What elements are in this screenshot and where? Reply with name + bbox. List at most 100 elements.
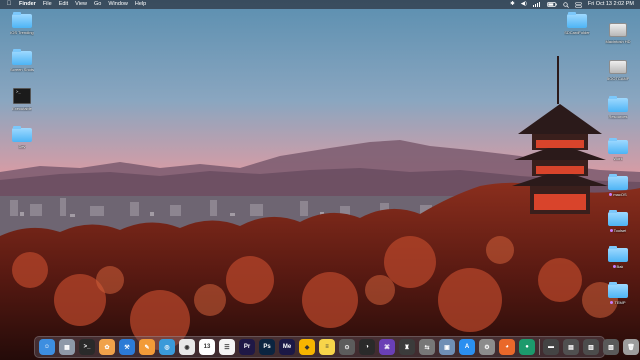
recent-window-1-icon[interactable]: ▬ [543,339,559,355]
volume-icon[interactable]: ◀) [521,0,527,9]
desktop-item-label-text: Work [613,157,623,161]
desktop-item-sdcardfolder[interactable]: SDCardFolder [557,12,597,36]
desktop-item-label: Bak [612,265,624,270]
desktop-item-label: BOOTCAMP [607,77,630,82]
recent-window-2-icon[interactable]: ▤ [563,339,579,355]
desktop-item-label-text: Screen Shots [9,68,34,72]
preview-icon[interactable]: ▣ [439,339,455,355]
folder-icon[interactable] [608,246,628,262]
notes-icon[interactable]: ≡ [319,339,335,355]
menu-bar-status-area: ✱ ◀) Fri Oct 13 2:02 PM [504,0,634,9]
desktop-item-label: TEMP [610,301,626,306]
calendar-icon[interactable]: 13 [199,339,215,355]
desktop-item-label-text: Resources [608,115,628,119]
desktop-item-label-text: Macintosh HD [605,40,631,44]
wifi-icon[interactable] [532,2,541,7]
dock-separator [539,339,540,355]
pages-icon[interactable]: ✎ [139,339,155,355]
folder-icon[interactable] [12,12,32,28]
menu-edit[interactable]: Edit [59,0,68,9]
desktop-item-label-text: Executable [12,107,32,111]
desktop-item-label: Screen Shots [10,68,34,73]
desktop-item-ios-trending[interactable]: iOS Trending [2,12,42,36]
finder-icon[interactable]: ☺ [39,339,55,355]
desktop-item-label: Toolset [609,229,627,234]
github-icon[interactable]: ◑ [359,339,375,355]
menu-help[interactable]: Help [135,0,146,9]
menu-file[interactable]: File [43,0,52,9]
control-center-icon[interactable] [575,1,582,8]
desktop-item-label: Resources [608,115,627,120]
bluetooth-icon[interactable]: ✱ [510,0,515,9]
menu-bar-clock[interactable]: Fri Oct 13 2:02 PM [588,0,634,9]
desktop-item-work[interactable]: Work [598,138,638,162]
desktop-item-label-text: SDCardFolder [564,31,590,35]
launchpad-icon[interactable]: ▦ [59,339,75,355]
desktop-item-label-text: iOS Trending [10,31,34,35]
executable-file-icon[interactable]: >_ [13,88,31,104]
search-icon[interactable] [563,1,569,8]
app-store-icon[interactable]: A [459,339,475,355]
menu-view[interactable]: View [75,0,87,9]
tag-dot-icon [609,229,613,233]
battery-icon[interactable] [546,2,557,7]
github-desktop-icon[interactable]: ⌘ [379,339,395,355]
desktop-item-dev[interactable]: Dev [2,126,42,150]
media-encoder-icon[interactable]: Me [279,339,295,355]
desktop-item-label: Macintosh HD [605,40,630,45]
desktop-item-label-text: Toolset [613,229,627,233]
desktop-item-macos[interactable]: macOS [598,174,638,198]
terminal-icon[interactable]: >_ [79,339,95,355]
xcode-icon[interactable]: ⚒ [119,339,135,355]
desktop-item-label: macOS [609,193,627,198]
firefox-icon[interactable]: ◕ [499,339,515,355]
desktop-item-toolset[interactable]: Toolset [598,210,638,234]
folder-icon[interactable] [567,12,587,28]
menu-app-name[interactable]: Finder [19,0,36,9]
folder-icon[interactable] [608,210,628,226]
folder-icon[interactable] [12,126,32,142]
screenshot-icon[interactable]: ⊙ [339,339,355,355]
folder-icon[interactable] [608,138,628,154]
menu-bar-items: Finder File Edit View Go Window Help [12,0,146,9]
desktop-item-label-text: BOOTCAMP [606,77,630,81]
safari-icon[interactable]: ◎ [159,339,175,355]
system-settings-icon[interactable]: ⚙ [479,339,495,355]
photoshop-icon[interactable]: Ps [259,339,275,355]
folder-icon[interactable] [608,96,628,112]
menu-go[interactable]: Go [94,0,101,9]
desktop-item-screen-shots[interactable]: Screen Shots [2,49,42,73]
desktop-item-executable[interactable]: >_ Executable [2,88,42,112]
desktop-item-label-text: Bak [616,265,624,269]
sketch-icon[interactable]: ◆ [299,339,315,355]
menu-bar:  Finder File Edit View Go Window Help ✱… [0,0,640,9]
desktop-item-macintosh-hd[interactable]: Macintosh HD [598,23,638,45]
recent-window-4-icon[interactable]: ▧ [603,339,619,355]
tag-dot-icon [609,193,613,197]
reminders-icon[interactable]: ☰ [219,339,235,355]
desktop-item-resources[interactable]: Resources [598,96,638,120]
desktop-item-label: Work [613,157,622,162]
arc-icon[interactable]: ● [519,339,535,355]
menu-window[interactable]: Window [108,0,128,9]
photos-icon[interactable]: ✿ [99,339,115,355]
recent-window-3-icon[interactable]: ▥ [583,339,599,355]
desktop-item-label-text: macOS [613,193,627,197]
migration-assistant-icon[interactable]: ⇆ [419,339,435,355]
premiere-pro-icon[interactable]: Pr [239,339,255,355]
folder-icon[interactable] [608,282,628,298]
hard-drive-icon[interactable] [609,60,627,74]
folder-icon[interactable] [12,49,32,65]
desktop-item-label: Executable [12,107,32,112]
desktop-item-label-text: Dev [18,145,26,149]
desktop-item-bak[interactable]: Bak [598,246,638,270]
desktop-item-temp[interactable]: TEMP [598,282,638,306]
hard-drive-icon[interactable] [609,23,627,37]
desktop-wallpaper [0,0,640,360]
automator-icon[interactable]: ♜ [399,339,415,355]
trash-icon[interactable]: 🗑 [623,339,639,355]
folder-icon[interactable] [608,174,628,190]
chrome-icon[interactable]: ◉ [179,339,195,355]
desktop-item-bootcamp[interactable]: BOOTCAMP [598,60,638,82]
desktop-item-label: SDCardFolder [564,31,590,36]
